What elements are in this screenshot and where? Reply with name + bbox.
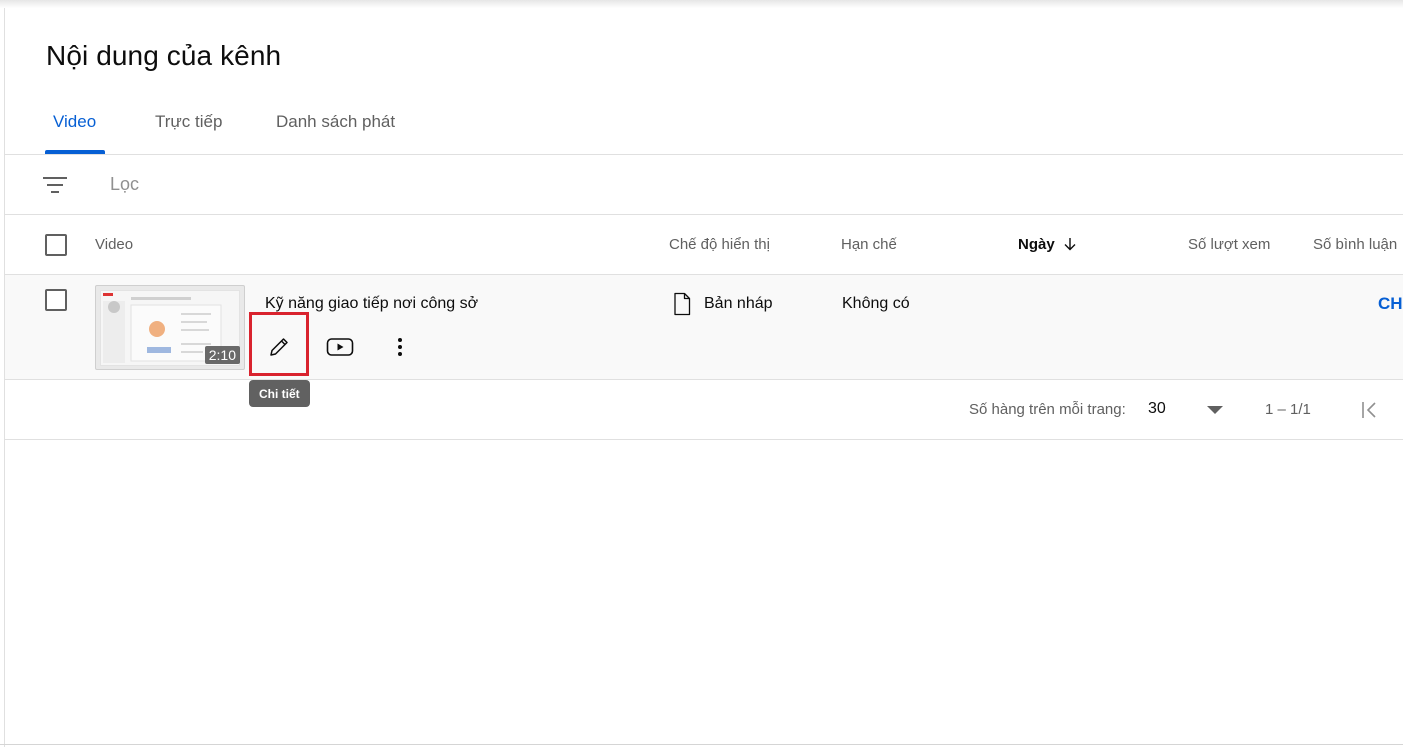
youtube-play-icon [326,338,354,356]
table-header: Video Chế độ hiển thị Hạn chế Ngày Số lư… [5,215,1403,275]
pagination-bar: Số hàng trên mỗi trang: 30 1 – 1/1 [5,380,1403,440]
filter-input[interactable]: Lọc [110,174,139,195]
header-views[interactable]: Số lượt xem [1188,236,1270,253]
dropdown-caret-icon[interactable] [1207,406,1223,414]
draft-document-icon [674,292,691,316]
row-action-link[interactable]: CH [1378,294,1403,314]
video-thumbnail[interactable]: 2:10 [95,285,245,370]
filter-bar: Lọc [5,155,1403,215]
bottom-border [0,744,1403,745]
filter-icon[interactable] [43,175,67,195]
tab-bar: Video Trực tiếp Danh sách phát [5,100,1403,155]
first-page-icon[interactable] [1360,398,1384,422]
header-comments[interactable]: Số bình luận [1313,236,1397,253]
header-video: Video [95,236,134,253]
vertical-dots-icon [398,338,402,356]
rows-per-page-label: Số hàng trên mỗi trang: [969,401,1126,418]
header-date[interactable]: Ngày [1018,236,1077,253]
video-duration: 2:10 [204,346,240,364]
select-all-checkbox[interactable] [45,234,67,256]
tab-video[interactable]: Video [53,112,96,132]
tab-playlists[interactable]: Danh sách phát [276,112,395,132]
row-checkbox[interactable] [45,289,67,311]
table-row[interactable]: 2:10 Kỹ năng giao tiếp nơi công sở Bản n… [5,275,1403,380]
rows-per-page-select[interactable]: 30 [1148,400,1166,418]
tooltip-details: Chi tiết [249,380,310,407]
header-restrictions[interactable]: Hạn chế [841,236,897,253]
visibility-value[interactable]: Bản nháp [704,295,773,313]
edit-details-button[interactable] [259,327,299,367]
tab-live[interactable]: Trực tiếp [155,112,222,132]
page-range: 1 – 1/1 [1265,401,1311,418]
active-tab-indicator [45,150,105,154]
top-shadow [0,0,1403,8]
header-date-label: Ngày [1018,236,1055,253]
restrictions-value: Không có [842,295,910,312]
view-on-youtube-button[interactable] [320,327,360,367]
header-visibility[interactable]: Chế độ hiển thị [669,236,770,253]
more-options-button[interactable] [380,327,420,367]
pencil-icon [270,338,288,356]
sort-arrow-down-icon [1064,238,1076,251]
video-title[interactable]: Kỹ năng giao tiếp nơi công sở [265,295,478,313]
page-title: Nội dung của kênh [46,40,282,71]
tooltip-text: Chi tiết [259,386,300,401]
